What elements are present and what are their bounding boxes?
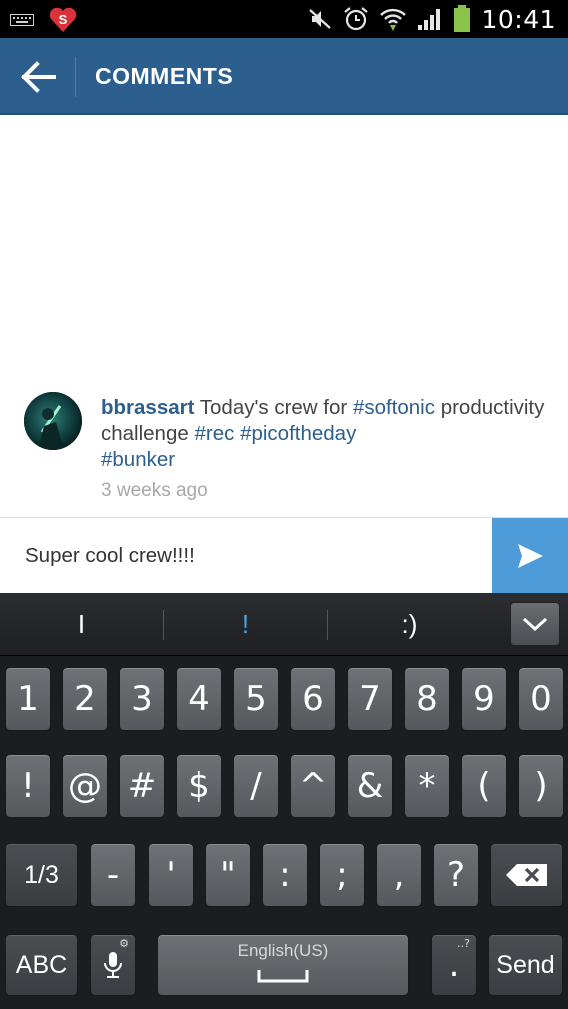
battery-icon <box>454 5 471 32</box>
key-4[interactable]: 4 <box>176 667 222 731</box>
wifi-icon <box>380 8 407 31</box>
comment-username[interactable]: bbrassart <box>101 396 194 419</box>
settings-gear-icon: ⚙ <box>119 937 129 950</box>
key-comma[interactable]: , <box>376 843 422 907</box>
back-arrow-icon <box>20 60 56 93</box>
signal-icon <box>418 9 441 30</box>
key-7[interactable]: 7 <box>347 667 393 731</box>
key-minus[interactable]: - <box>90 843 136 907</box>
comment-composer <box>0 517 568 594</box>
voice-input-key[interactable]: ⚙ <box>90 934 136 996</box>
soft-keyboard: I ! :) 1 2 3 4 5 6 7 8 9 0 ! @ # $ / ^ &… <box>0 593 568 1009</box>
key-caret[interactable]: ^ <box>290 754 336 818</box>
key-8[interactable]: 8 <box>404 667 450 731</box>
send-key[interactable]: Send <box>488 934 563 996</box>
more-symbols-icon: ‥? <box>456 937 470 950</box>
key-hash[interactable]: # <box>119 754 165 818</box>
action-bar-divider <box>75 57 76 97</box>
backspace-key[interactable] <box>490 843 563 907</box>
key-apostrophe[interactable]: ' <box>148 843 194 907</box>
comment-input[interactable] <box>0 518 492 594</box>
page-toggle-key[interactable]: 1/3 <box>5 843 78 907</box>
key-ampersand[interactable]: & <box>347 754 393 818</box>
backspace-icon <box>505 864 547 886</box>
key-9[interactable]: 9 <box>461 667 507 731</box>
chevron-down-icon <box>522 617 548 632</box>
key-quote[interactable]: " <box>205 843 251 907</box>
key-asterisk[interactable]: * <box>404 754 450 818</box>
key-close-paren[interactable]: ) <box>518 754 564 818</box>
key-open-paren[interactable]: ( <box>461 754 507 818</box>
key-dollar[interactable]: $ <box>176 754 222 818</box>
key-6[interactable]: 6 <box>290 667 336 731</box>
status-bar: S 10:41 <box>0 0 568 38</box>
comment-timestamp: 3 weeks ago <box>101 480 208 501</box>
key-slash[interactable]: / <box>233 754 279 818</box>
key-5[interactable]: 5 <box>233 667 279 731</box>
send-comment-button[interactable] <box>492 518 568 594</box>
suggestion-bar: I ! :) <box>0 593 568 656</box>
abc-key[interactable]: ABC <box>5 934 78 996</box>
send-arrow-icon <box>518 544 543 568</box>
comment-text-part: Today's crew for <box>194 396 353 419</box>
key-colon[interactable]: : <box>262 843 308 907</box>
back-button[interactable] <box>0 38 75 115</box>
key-3[interactable]: 3 <box>119 667 165 731</box>
key-semicolon[interactable]: ; <box>319 843 365 907</box>
key-0[interactable]: 0 <box>518 667 564 731</box>
suggestion-2[interactable]: ! <box>164 593 327 656</box>
hashtag-link[interactable]: #bunker <box>101 448 175 471</box>
key-1[interactable]: 1 <box>5 667 51 731</box>
hashtag-link[interactable]: #softonic <box>353 396 435 419</box>
key-exclamation[interactable]: ! <box>5 754 51 818</box>
page-title: COMMENTS <box>95 63 234 89</box>
microphone-icon <box>104 952 122 978</box>
mute-icon <box>309 9 332 29</box>
hashtag-link[interactable]: #rec <box>194 422 234 445</box>
space-bar-icon <box>257 970 309 983</box>
space-key[interactable]: English(US) <box>157 934 409 996</box>
key-at[interactable]: @ <box>62 754 108 818</box>
svg-text:S: S <box>59 12 68 27</box>
space-language-label: English(US) <box>237 941 329 960</box>
keyboard-icon <box>10 14 34 26</box>
action-bar: COMMENTS <box>0 38 568 115</box>
suggestion-3[interactable]: :) <box>328 593 491 656</box>
key-period[interactable]: ‥? . <box>431 934 477 996</box>
collapse-suggestions-button[interactable] <box>510 602 560 646</box>
key-question[interactable]: ? <box>433 843 479 907</box>
suggestion-1[interactable]: I <box>0 593 163 656</box>
app-notification-icon: S <box>49 7 77 32</box>
clock: 10:41 <box>481 4 556 34</box>
avatar[interactable] <box>24 392 82 450</box>
alarm-icon <box>344 7 369 31</box>
key-2[interactable]: 2 <box>62 667 108 731</box>
comment-text: bbrassart Today's crew for #softonic pro… <box>101 395 551 504</box>
hashtag-link[interactable]: #picoftheday <box>240 422 356 445</box>
